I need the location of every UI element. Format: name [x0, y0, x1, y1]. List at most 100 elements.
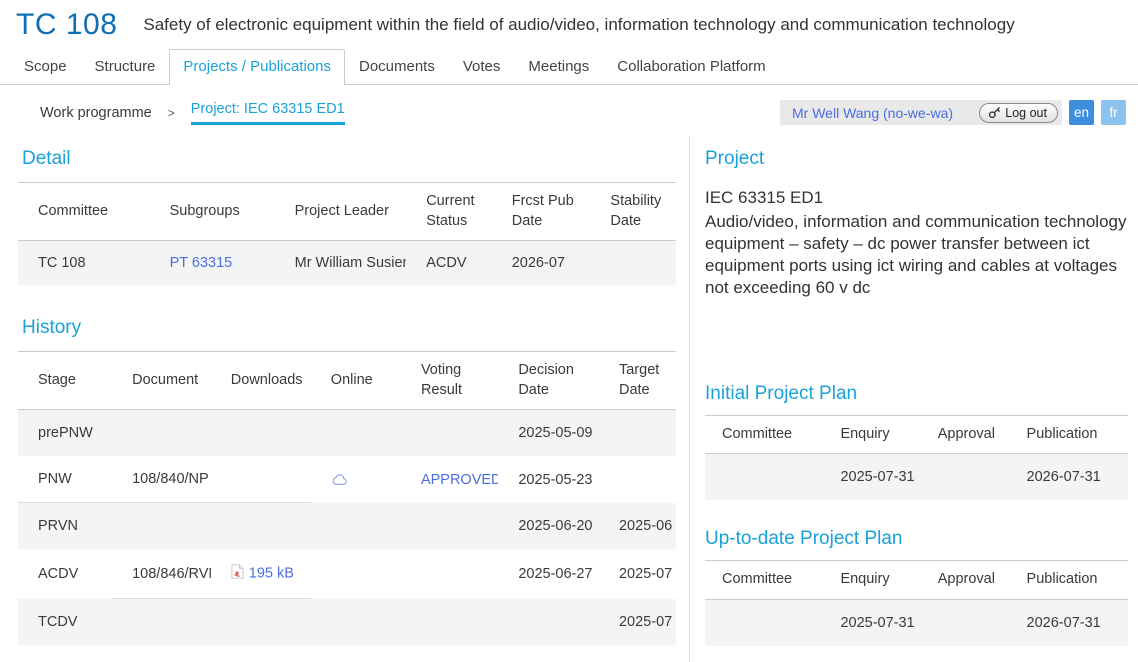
history-table: Stage Document Downloads Online Voting R… — [18, 351, 676, 645]
history-row-tcdv: TCDV 2025-07 — [18, 599, 676, 645]
tab-structure[interactable]: Structure — [81, 49, 170, 84]
committee-subtitle: Safety of electronic equipment within th… — [143, 15, 1014, 35]
plan-committee-value — [705, 454, 823, 501]
initial-plan-row: 2025-07-31 2026-07-31 — [705, 454, 1128, 501]
history-heading: History — [22, 317, 676, 339]
history-col-decision-date: Decision Date — [498, 352, 599, 410]
tab-projects-publications[interactable]: Projects / Publications — [169, 49, 345, 85]
uptodate-plan-header-row: Committee Enquiry Approval Publication — [705, 561, 1128, 600]
detail-current-status-value: ACDV — [406, 241, 492, 286]
breadcrumb: Work programme > Project: IEC 63315 ED1 — [40, 101, 345, 125]
target-date-value: 2025-07 — [599, 549, 676, 599]
left-column: Detail Committee Subgroups Project Leade… — [0, 136, 690, 662]
plan-col-committee: Committee — [705, 561, 823, 600]
history-row-pnw: PNW 108/840/NP APPROVED 2025-05-23 — [18, 456, 676, 503]
project-description: Audio/video, information and communicati… — [705, 211, 1128, 299]
plan-col-enquiry: Enquiry — [823, 561, 920, 600]
decision-date-value: 2025-06-27 — [498, 549, 599, 599]
stage-value: TCDV — [18, 599, 112, 645]
uptodate-plan-table: Committee Enquiry Approval Publication 2… — [705, 560, 1128, 646]
plan-col-enquiry: Enquiry — [823, 415, 920, 454]
detail-col-frcst-pub-date: Frcst Pub Date — [492, 183, 591, 241]
history-col-downloads: Downloads — [211, 352, 311, 410]
history-col-target-date: Target Date — [599, 352, 676, 410]
tab-documents[interactable]: Documents — [345, 49, 449, 84]
logout-button[interactable]: Log out — [979, 103, 1058, 123]
tab-collaboration-platform[interactable]: Collaboration Platform — [603, 49, 779, 84]
user-name-link[interactable]: Mr Well Wang (no-we-wa) — [792, 105, 953, 121]
decision-date-value: 2025-06-20 — [498, 503, 599, 550]
language-fr-button[interactable]: fr — [1101, 100, 1126, 125]
committee-title: TC 108 — [16, 8, 117, 42]
history-col-online: Online — [311, 352, 401, 410]
detail-col-stability-date: Stability Date — [590, 183, 676, 241]
decision-date-value: 2025-05-09 — [498, 410, 599, 457]
plan-col-approval: Approval — [921, 561, 1010, 600]
project-heading: Project — [705, 148, 1128, 170]
uptodate-plan-row: 2025-07-31 2026-07-31 — [705, 599, 1128, 646]
detail-frcst-pub-date-value: 2026-07 — [492, 241, 591, 286]
uptodate-plan-heading: Up-to-date Project Plan — [705, 528, 1128, 550]
detail-row: TC 108 PT 63315 Mr William Susiene ACDV … — [18, 241, 676, 286]
tab-votes[interactable]: Votes — [449, 49, 515, 84]
stage-value: prePNW — [18, 410, 112, 457]
language-en-button[interactable]: en — [1069, 100, 1094, 125]
tab-scope[interactable]: Scope — [10, 49, 81, 84]
right-column: Project IEC 63315 ED1 Audio/video, infor… — [690, 136, 1138, 662]
document-value: 108/846/RVN — [112, 549, 211, 599]
detail-col-committee: Committee — [18, 183, 150, 241]
app-header: TC 108 Safety of electronic equipment wi… — [0, 0, 1138, 42]
detail-heading: Detail — [22, 148, 676, 170]
initial-plan-table: Committee Enquiry Approval Publication 2… — [705, 415, 1128, 501]
logout-label: Log out — [1005, 106, 1047, 120]
plan-approval-value — [921, 454, 1010, 501]
subheader: Work programme > Project: IEC 63315 ED1 … — [0, 85, 1138, 132]
detail-project-leader-value: Mr William Susiene — [275, 241, 407, 286]
document-value: 108/840/NP — [112, 456, 211, 503]
detail-col-project-leader: Project Leader — [275, 183, 407, 241]
breadcrumb-work-programme[interactable]: Work programme — [40, 105, 152, 121]
initial-plan-header-row: Committee Enquiry Approval Publication — [705, 415, 1128, 454]
detail-col-current-status: Current Status — [406, 183, 492, 241]
target-date-value: 2025-06 — [599, 503, 676, 550]
plan-col-committee: Committee — [705, 415, 823, 454]
stage-value: PNW — [18, 456, 112, 503]
page: TC 108 Safety of electronic equipment wi… — [0, 0, 1138, 662]
project-code: IEC 63315 ED1 — [705, 188, 1128, 208]
plan-publication-value: 2026-07-31 — [1010, 599, 1128, 646]
plan-enquiry-value: 2025-07-31 — [823, 454, 920, 501]
plan-approval-value — [921, 599, 1010, 646]
history-row-acdv: ACDV 108/846/RVN 195 kB — [18, 549, 676, 599]
plan-enquiry-value: 2025-07-31 — [823, 599, 920, 646]
decision-date-value: 2025-05-23 — [498, 456, 599, 503]
plan-committee-value — [705, 599, 823, 646]
detail-header-row: Committee Subgroups Project Leader Curre… — [18, 183, 676, 241]
history-col-stage: Stage — [18, 352, 112, 410]
detail-col-subgroups: Subgroups — [150, 183, 275, 241]
plan-col-publication: Publication — [1010, 561, 1128, 600]
stage-value: PRVN — [18, 503, 112, 550]
history-row-prepnw: prePNW 2025-05-09 — [18, 410, 676, 457]
user-cluster: Mr Well Wang (no-we-wa) Log out en fr — [780, 100, 1126, 125]
plan-publication-value: 2026-07-31 — [1010, 454, 1128, 501]
download-size-link[interactable]: 195 kB — [249, 566, 294, 582]
voting-result-link[interactable]: APPROVED — [421, 472, 498, 488]
plan-col-publication: Publication — [1010, 415, 1128, 454]
subgroup-link[interactable]: PT 63315 — [170, 255, 233, 271]
detail-committee-value: TC 108 — [18, 241, 150, 286]
tab-bar: Scope Structure Projects / Publications … — [0, 49, 1138, 85]
history-row-prvn: PRVN 2025-06-20 2025-06 — [18, 503, 676, 550]
stage-value: ACDV — [18, 549, 112, 599]
plan-col-approval: Approval — [921, 415, 1010, 454]
online-cloud-icon[interactable] — [331, 473, 348, 486]
detail-stability-date-value — [590, 241, 676, 286]
pdf-file-icon — [231, 564, 244, 583]
initial-plan-heading: Initial Project Plan — [705, 383, 1128, 405]
logout-key-icon — [988, 106, 1001, 119]
tab-meetings[interactable]: Meetings — [514, 49, 603, 84]
history-header-row: Stage Document Downloads Online Voting R… — [18, 352, 676, 410]
detail-table: Committee Subgroups Project Leader Curre… — [18, 182, 676, 285]
breadcrumb-current-project[interactable]: Project: IEC 63315 ED1 — [191, 101, 345, 125]
user-bar: Mr Well Wang (no-we-wa) Log out — [780, 100, 1062, 125]
history-col-document: Document — [112, 352, 211, 410]
